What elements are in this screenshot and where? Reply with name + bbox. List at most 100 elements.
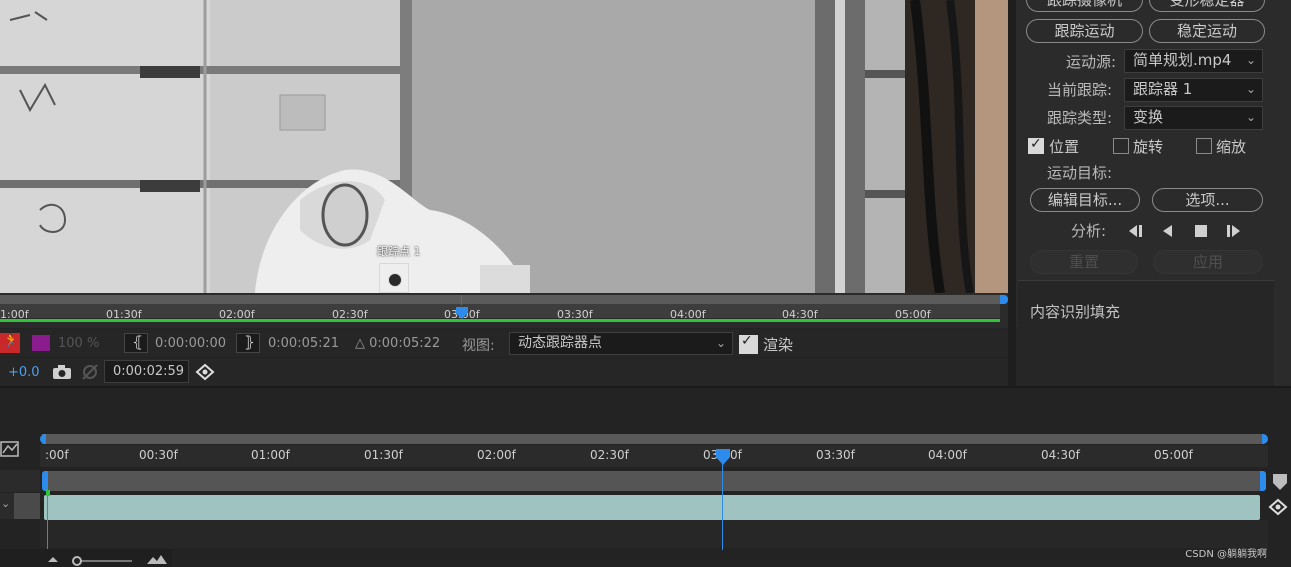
track-point-label: 跟踪点 1 bbox=[377, 245, 421, 258]
tracker-panel: 跟踪摄像机 变形稳定器 跟踪运动 稳定运动 运动源: 简单规划.mp4 ⌄ 当前… bbox=[1016, 0, 1291, 386]
rotation-checkbox[interactable] bbox=[1113, 138, 1129, 154]
keyframe-navigate-icon[interactable] bbox=[195, 363, 215, 381]
render-checkbox[interactable] bbox=[739, 333, 758, 354]
watermark: CSDN @躺躺我啊 bbox=[1185, 549, 1267, 560]
analyze-forward-one-frame-icon[interactable] bbox=[1224, 224, 1244, 238]
chevron-down-icon: ⌄ bbox=[1245, 110, 1256, 124]
timeline-tick: :00f bbox=[45, 448, 69, 462]
analyze-label: 分析: bbox=[1071, 222, 1107, 240]
track-point-handle[interactable] bbox=[379, 263, 409, 293]
chevron-down-icon: ⌄ bbox=[715, 336, 726, 350]
ruler-tick: 1:00f bbox=[0, 308, 29, 321]
panel-splitter[interactable] bbox=[1008, 0, 1016, 386]
content-aware-fill-body bbox=[1016, 327, 1274, 386]
layer-bar[interactable] bbox=[44, 495, 1260, 520]
stabilize-motion-button[interactable]: 稳定运动 bbox=[1149, 19, 1265, 43]
chevron-down-icon[interactable]: ⌄ bbox=[1, 497, 10, 510]
color-swatch-icon[interactable] bbox=[32, 335, 50, 351]
track-header bbox=[0, 470, 40, 492]
composition-viewer[interactable]: 跟踪点 1 bbox=[0, 0, 1008, 293]
timeline-tick: 03:30f bbox=[816, 448, 855, 462]
work-area-bar[interactable] bbox=[0, 295, 1000, 304]
layer-start-line bbox=[47, 490, 48, 550]
timeline-tick: 01:30f bbox=[364, 448, 403, 462]
duration-time: △ 0:00:05:22 bbox=[355, 336, 441, 351]
zoom-value[interactable]: 100 % bbox=[58, 336, 99, 351]
exposure-value[interactable]: +0.0 bbox=[8, 365, 40, 380]
timeline-tick: 02:30f bbox=[590, 448, 629, 462]
apply-button[interactable]: 应用 bbox=[1153, 250, 1263, 274]
motion-source-dropdown[interactable]: 简单规划.mp4 ⌄ bbox=[1124, 49, 1263, 73]
work-area-end-handle[interactable] bbox=[1000, 295, 1008, 304]
red-marker bbox=[461, 295, 462, 305]
work-area-end-handle[interactable] bbox=[1260, 471, 1266, 491]
set-out-point-icon[interactable]: ⦄ bbox=[236, 333, 260, 353]
analyze-back-one-frame-icon[interactable] bbox=[1126, 224, 1146, 238]
in-point-time[interactable]: 0:00:00:00 bbox=[155, 336, 226, 351]
work-area-start-handle[interactable] bbox=[42, 471, 48, 491]
timeline-tick: 02:00f bbox=[477, 448, 516, 462]
keyframe-navigate-icon[interactable] bbox=[1268, 498, 1288, 516]
ruler-tick: 05:00f bbox=[895, 308, 931, 321]
stop-icon[interactable] bbox=[1194, 224, 1208, 238]
viewer-playhead[interactable] bbox=[455, 306, 469, 320]
view-label: 视图: bbox=[462, 338, 495, 354]
empty-track-area bbox=[40, 520, 1268, 548]
navigator-end-handle[interactable] bbox=[1262, 434, 1268, 444]
chevron-down-icon: ⌄ bbox=[1245, 82, 1256, 96]
layer-header[interactable]: ⌄ bbox=[0, 493, 40, 519]
set-in-point-icon[interactable]: ⦃ bbox=[124, 333, 148, 353]
scale-label: 缩放 bbox=[1216, 138, 1247, 156]
current-track-dropdown[interactable]: 跟踪器 1 ⌄ bbox=[1124, 78, 1263, 102]
content-aware-fill-panel-tab[interactable]: 内容识别填充 bbox=[1018, 280, 1274, 328]
current-time-box[interactable]: 0:00:02:59 bbox=[104, 360, 189, 383]
position-checkbox[interactable] bbox=[1028, 136, 1044, 154]
options-button[interactable]: 选项... bbox=[1152, 188, 1263, 212]
current-time-indicator[interactable] bbox=[715, 448, 731, 466]
ruler-tick: 04:00f bbox=[670, 308, 706, 321]
chevron-down-icon: ⌄ bbox=[1245, 53, 1256, 67]
current-time-indicator-line bbox=[722, 452, 723, 550]
motion-blur-icon[interactable]: 🏃 bbox=[0, 333, 20, 353]
ruler-tick: 02:00f bbox=[219, 308, 255, 321]
cache-indicator bbox=[0, 319, 1000, 322]
current-time: 0:00:02:59 bbox=[113, 364, 185, 379]
track-type-value: 变换 bbox=[1133, 108, 1164, 126]
current-track-label: 当前跟踪: bbox=[1047, 81, 1113, 99]
warp-stabilizer-button[interactable]: 变形稳定器 bbox=[1149, 0, 1265, 12]
comp-marker-bin-icon[interactable] bbox=[1272, 473, 1288, 491]
timeline-tick: 04:30f bbox=[1041, 448, 1080, 462]
out-point-time[interactable]: 0:00:05:21 bbox=[268, 336, 339, 351]
navigator-start-handle[interactable] bbox=[40, 434, 46, 444]
reset-button[interactable]: 重置 bbox=[1030, 250, 1138, 274]
zoom-out-icon[interactable] bbox=[46, 554, 60, 564]
zoom-slider-track[interactable] bbox=[74, 560, 132, 562]
motion-source-label: 运动源: bbox=[1066, 53, 1117, 71]
scale-checkbox[interactable] bbox=[1196, 138, 1212, 154]
track-motion-button[interactable]: 跟踪运动 bbox=[1026, 19, 1143, 43]
view-dropdown[interactable]: 动态跟踪器点 ⌄ bbox=[509, 332, 733, 355]
time-navigator[interactable] bbox=[40, 433, 1268, 445]
track-camera-button[interactable]: 跟踪摄像机 bbox=[1026, 0, 1143, 12]
viewer-controls-secondary: +0.0 0:00:02:59 bbox=[0, 358, 1008, 386]
track-type-dropdown[interactable]: 变换 ⌄ bbox=[1124, 106, 1263, 130]
footage-frame bbox=[0, 0, 1008, 293]
zoom-slider-thumb[interactable] bbox=[72, 556, 82, 566]
work-area-band[interactable] bbox=[44, 471, 1264, 491]
timeline-tick: 04:00f bbox=[928, 448, 967, 462]
graph-editor-icon[interactable] bbox=[0, 440, 20, 458]
current-track-value: 跟踪器 1 bbox=[1133, 80, 1193, 98]
analyze-backward-icon[interactable] bbox=[1160, 224, 1176, 238]
ruler-tick: 04:30f bbox=[782, 308, 818, 321]
edit-target-button[interactable]: 编辑目标... bbox=[1030, 188, 1140, 212]
time-navigator-bar bbox=[42, 434, 1264, 444]
zoom-in-icon[interactable] bbox=[146, 552, 168, 566]
show-snapshot-icon[interactable] bbox=[80, 364, 100, 380]
timeline-ruler[interactable] bbox=[40, 445, 1268, 467]
timeline-divider bbox=[0, 386, 1291, 388]
viewer-controls: 🏃 100 % ⦃ 0:00:00:00 ⦄ 0:00:05:21 △ 0:00… bbox=[0, 329, 1008, 357]
ruler-tick: 01:30f bbox=[106, 308, 142, 321]
ruler-tick: 02:30f bbox=[332, 308, 368, 321]
camera-snapshot-icon[interactable] bbox=[52, 364, 72, 380]
viewer-time-ruler[interactable]: 1:00f 01:30f 02:00f 02:30f 03:00f 03:30f… bbox=[0, 293, 1008, 328]
